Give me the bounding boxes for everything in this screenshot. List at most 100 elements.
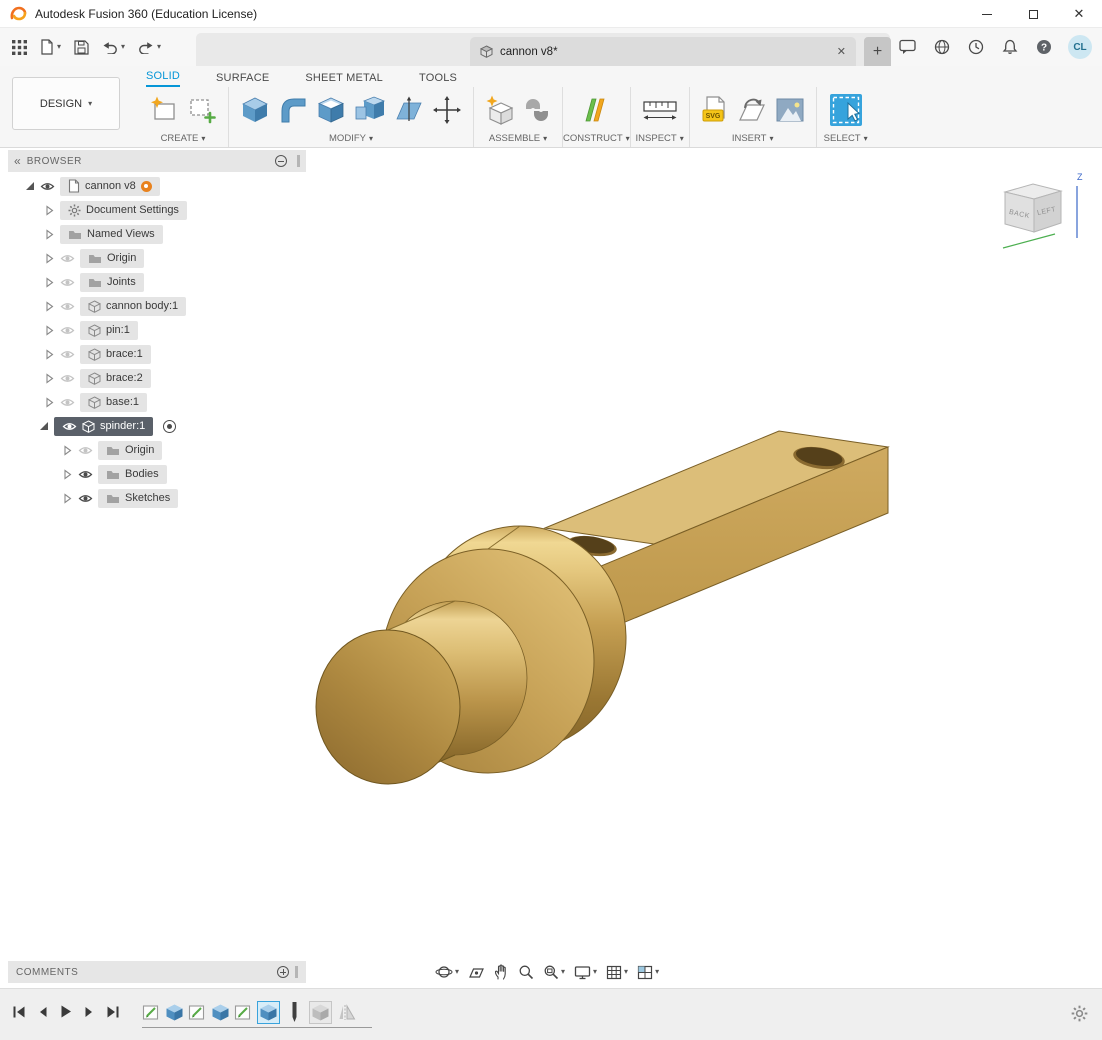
modify-group-dropdown[interactable]: MODIFY▾	[329, 132, 373, 147]
select-group-dropdown[interactable]: SELECT▾	[824, 132, 868, 147]
play-button[interactable]	[60, 1005, 72, 1018]
timeline-feature-extrude-selected[interactable]	[257, 1001, 280, 1024]
selected-item-highlight[interactable]: spinder:1	[54, 417, 153, 436]
insert-group-dropdown[interactable]: INSERT▾	[732, 132, 774, 147]
add-comment-icon[interactable]	[277, 966, 289, 978]
collapsed-arrow-icon[interactable]	[44, 301, 55, 312]
save-button[interactable]	[72, 38, 91, 57]
viewports-button[interactable]: ▾	[635, 964, 661, 981]
timeline-feature-sketch[interactable]	[142, 1003, 161, 1022]
tree-item-base[interactable]: base:1	[8, 390, 306, 414]
maximize-button[interactable]	[1010, 0, 1056, 28]
visibility-eye-icon[interactable]	[78, 493, 93, 504]
orbit-button[interactable]: ▾	[433, 963, 461, 981]
collapsed-arrow-icon[interactable]	[44, 253, 55, 264]
offset-face-button[interactable]	[393, 94, 425, 126]
expanded-arrow-icon[interactable]	[24, 181, 35, 191]
model-spinder[interactable]	[316, 431, 888, 784]
expanded-arrow-icon[interactable]	[38, 421, 49, 431]
assemble-group-dropdown[interactable]: ASSEMBLE▾	[489, 132, 547, 147]
tree-item-pin[interactable]: pin:1	[8, 318, 306, 342]
file-menu-button[interactable]: ▾	[38, 37, 63, 57]
workspace-selector[interactable]: DESIGN▾	[12, 77, 120, 130]
job-status-button[interactable]	[966, 37, 986, 57]
collapsed-arrow-icon[interactable]	[62, 469, 73, 480]
inspect-group-dropdown[interactable]: INSPECT▾	[636, 132, 684, 147]
tab-solid[interactable]: SOLID	[146, 70, 180, 87]
visibility-eye-icon[interactable]	[78, 469, 93, 480]
timeline-feature-sketch[interactable]	[234, 1003, 253, 1022]
tree-item-document-settings[interactable]: Document Settings	[8, 198, 306, 222]
redo-button[interactable]: ▾	[136, 39, 163, 56]
tree-item-origin[interactable]: Origin	[8, 246, 306, 270]
timeline-scrubber[interactable]	[288, 1001, 301, 1024]
tree-item-cannon-body[interactable]: cannon body:1	[8, 294, 306, 318]
go-to-start-button[interactable]	[12, 1006, 26, 1018]
grid-settings-button[interactable]: ▾	[604, 964, 630, 981]
display-settings-button[interactable]: ▾	[572, 964, 599, 981]
pan-button[interactable]	[492, 963, 511, 981]
new-tab-button[interactable]: +	[864, 37, 891, 66]
tree-item-named-views[interactable]: Named Views	[8, 222, 306, 246]
comments-panel[interactable]: COMMENTS	[8, 961, 306, 983]
tab-sheet-metal[interactable]: SHEET METAL	[305, 72, 383, 87]
activate-component-radio[interactable]	[163, 420, 176, 433]
timeline-feature-sketch[interactable]	[188, 1003, 207, 1022]
visibility-eye-icon[interactable]	[78, 445, 93, 456]
insert-svg-button[interactable]: SVG	[700, 94, 730, 126]
visibility-eye-icon[interactable]	[60, 397, 75, 408]
minimize-button[interactable]	[964, 0, 1010, 28]
close-button[interactable]: ✕	[1056, 0, 1102, 28]
tree-item-spinder-sketches[interactable]: Sketches	[8, 486, 306, 510]
help-button[interactable]: ?	[1034, 37, 1054, 57]
joint-button[interactable]	[522, 95, 552, 125]
comments-scrollbar-handle[interactable]	[295, 966, 298, 978]
timeline-feature-mirror-suppressed[interactable]	[338, 1004, 357, 1021]
measure-button[interactable]	[641, 96, 679, 124]
tab-surface[interactable]: SURFACE	[216, 72, 269, 87]
visibility-eye-icon[interactable]	[60, 301, 75, 312]
timeline-feature-extrude-suppressed[interactable]	[309, 1001, 332, 1024]
decal-button[interactable]	[736, 95, 768, 125]
construct-plane-button[interactable]	[581, 94, 611, 126]
visibility-eye-icon[interactable]	[60, 373, 75, 384]
create-group-dropdown[interactable]: CREATE▾	[161, 132, 206, 147]
data-panel-button[interactable]	[10, 38, 29, 57]
tree-item-root[interactable]: cannon v8	[8, 174, 306, 198]
fit-button[interactable]: ▾	[541, 963, 567, 981]
undo-button[interactable]: ▾	[100, 39, 127, 56]
tree-item-spinder-origin[interactable]: Origin	[8, 438, 306, 462]
tab-close-icon[interactable]: ✕	[837, 45, 846, 58]
select-button[interactable]	[827, 91, 865, 129]
collapse-panel-icon[interactable]: «	[14, 154, 21, 168]
viewcube[interactable]: Z BACK LEFT	[985, 168, 1097, 264]
collapsed-arrow-icon[interactable]	[44, 277, 55, 288]
go-to-end-button[interactable]	[106, 1006, 120, 1018]
canvas-button[interactable]	[774, 96, 806, 124]
look-at-button[interactable]	[466, 964, 487, 981]
visibility-eye-icon[interactable]	[60, 325, 75, 336]
visibility-eye-icon[interactable]	[40, 181, 55, 192]
zoom-button[interactable]	[516, 963, 536, 981]
panel-scrollbar-handle[interactable]	[297, 155, 300, 167]
step-forward-button[interactable]	[84, 1006, 94, 1018]
collapsed-arrow-icon[interactable]	[44, 373, 55, 384]
document-tab[interactable]: cannon v8* ✕	[470, 37, 856, 66]
panel-minimize-icon[interactable]	[275, 155, 287, 167]
collapsed-arrow-icon[interactable]	[44, 349, 55, 360]
avatar[interactable]: CL	[1068, 35, 1092, 59]
step-back-button[interactable]	[38, 1006, 48, 1018]
tab-tools[interactable]: TOOLS	[419, 72, 457, 87]
tree-item-spinder-bodies[interactable]: Bodies	[8, 462, 306, 486]
tree-item-joints[interactable]: Joints	[8, 270, 306, 294]
create-sketch-button[interactable]	[148, 94, 180, 126]
combine-button[interactable]	[353, 94, 387, 126]
collapsed-arrow-icon[interactable]	[44, 229, 55, 240]
tree-item-brace-1[interactable]: brace:1	[8, 342, 306, 366]
visibility-eye-icon[interactable]	[62, 421, 77, 432]
collapsed-arrow-icon[interactable]	[62, 445, 73, 456]
timeline-settings-button[interactable]	[1071, 1005, 1088, 1022]
press-pull-button[interactable]	[239, 94, 271, 126]
collapsed-arrow-icon[interactable]	[44, 325, 55, 336]
visibility-eye-icon[interactable]	[60, 277, 75, 288]
